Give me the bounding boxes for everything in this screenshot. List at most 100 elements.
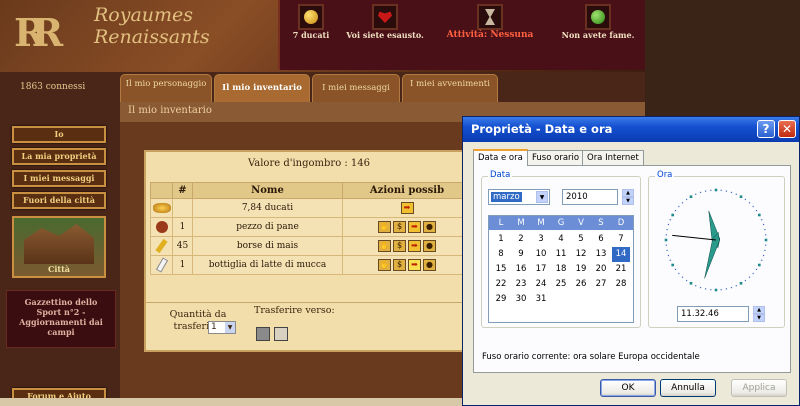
calendar-day[interactable]: 21: [612, 262, 630, 277]
hand-icon[interactable]: ✋: [378, 259, 391, 271]
qty-select[interactable]: 1 ▼: [208, 321, 236, 334]
item-qty: 1: [172, 255, 193, 275]
calendar-day[interactable]: 1: [492, 232, 510, 247]
city-button[interactable]: Città: [12, 216, 106, 278]
close-button[interactable]: ✕: [778, 120, 796, 138]
calendar-day[interactable]: 29: [492, 292, 510, 307]
tab-avvenimenti[interactable]: I miei avvenimenti: [402, 74, 498, 102]
calendar-day[interactable]: 7: [612, 232, 630, 247]
calendar-day[interactable]: 13: [592, 247, 610, 262]
calendar-day[interactable]: 31: [532, 292, 550, 307]
calendar-day[interactable]: 3: [532, 232, 550, 247]
hunger-status[interactable]: Non avete fame.: [550, 0, 645, 70]
calendar-day[interactable]: 11: [552, 247, 570, 262]
calendar-day[interactable]: 30: [512, 292, 530, 307]
minute-tick: [725, 288, 727, 290]
sidebar-item-io[interactable]: Io: [12, 126, 106, 143]
spin-up-icon[interactable]: ▲: [753, 306, 765, 314]
calendar-day[interactable]: 14: [612, 247, 630, 262]
calendar-grid[interactable]: LMMGVSD 1 2 3 4 5 6 7 8 9 10 11 12 13 14 15 16 17 18 19 20 2…: [488, 215, 634, 323]
city-label: Città: [48, 264, 70, 274]
minute-tick: [765, 234, 767, 236]
calendar-day[interactable]: 15: [492, 262, 510, 277]
calendar-day[interactable]: 16: [512, 262, 530, 277]
minute-tick: [674, 268, 677, 270]
tab-ora-internet[interactable]: Ora Internet: [582, 150, 644, 165]
time-stepper[interactable]: ▲ ▼: [753, 306, 765, 322]
calendar-day[interactable]: 24: [532, 277, 550, 292]
minute-tick: [725, 190, 727, 192]
sell-icon[interactable]: $: [393, 240, 406, 252]
sidebar-item-proprieta[interactable]: La mia proprietà: [12, 148, 106, 165]
money-status[interactable]: 7 ducati: [280, 0, 342, 70]
tab-personaggio[interactable]: Il mio personaggio: [120, 74, 212, 102]
month-select[interactable]: marzo ▼: [488, 189, 550, 205]
calendar-day[interactable]: 28: [612, 277, 630, 292]
eat-icon[interactable]: ●: [423, 221, 436, 233]
calendar-day[interactable]: 27: [592, 277, 610, 292]
calendar-day[interactable]: 25: [552, 277, 570, 292]
cancel-button[interactable]: Annulla: [660, 379, 716, 397]
calendar-day[interactable]: 17: [532, 262, 550, 277]
spin-down-icon[interactable]: ▼: [622, 197, 634, 205]
hand-icon[interactable]: ✋: [378, 240, 391, 252]
ok-button[interactable]: OK: [600, 379, 656, 397]
year-field[interactable]: 2010: [562, 189, 618, 205]
weekday-header: M: [537, 218, 545, 228]
calendar-day[interactable]: 12: [572, 247, 590, 262]
calendar-day[interactable]: 5: [572, 232, 590, 247]
health-status[interactable]: Voi siete esausto.: [344, 0, 426, 70]
gazette-link[interactable]: Gazzettino dello Sport n°2 - Aggiornamen…: [6, 290, 116, 348]
hour-tick: [689, 282, 693, 285]
calendar-header: LMMGVSD: [489, 216, 633, 230]
minute-tick: [686, 198, 688, 201]
calendar-day[interactable]: 6: [592, 232, 610, 247]
minute-tick: [686, 279, 688, 282]
calendar-day[interactable]: 22: [492, 277, 510, 292]
apply-button[interactable]: Applica: [731, 379, 787, 397]
activity-status[interactable]: Attività: Nessuna: [430, 0, 550, 70]
calendar-day[interactable]: 26: [572, 277, 590, 292]
tab-inventario[interactable]: Il mio inventario: [214, 74, 310, 102]
calendar-day[interactable]: 2: [512, 232, 530, 247]
calendar-day[interactable]: 23: [512, 277, 530, 292]
transfer-arrow-icon[interactable]: ➡: [400, 202, 414, 214]
calendar-day[interactable]: 9: [512, 247, 530, 262]
spin-down-icon[interactable]: ▼: [753, 314, 765, 322]
eat-icon[interactable]: ●: [423, 240, 436, 252]
tab-fuso-orario[interactable]: Fuso orario: [527, 150, 585, 165]
eat-icon[interactable]: ●: [423, 259, 436, 271]
sidebar-item-fuori[interactable]: Fuori della città: [12, 192, 106, 209]
minute-tick: [730, 287, 733, 289]
house-icon[interactable]: [256, 327, 270, 341]
tab-messaggi[interactable]: I miei messaggi: [312, 74, 400, 102]
calendar-day[interactable]: 4: [552, 232, 570, 247]
calendar-day[interactable]: 19: [572, 262, 590, 277]
calendar-day[interactable]: 8: [492, 247, 510, 262]
calendar-day[interactable]: 10: [532, 247, 550, 262]
minute-tick: [744, 198, 746, 201]
sell-icon[interactable]: $: [393, 221, 406, 233]
qty-value: 1: [211, 322, 217, 332]
time-field[interactable]: 11.32.46: [677, 306, 749, 322]
date-group: Data marzo ▼ 2010 ▲ ▼ LMMGVSD 1234567891…: [481, 170, 641, 328]
dialog-titlebar[interactable]: Proprietà - Data e ora ? ✕: [463, 117, 799, 142]
person-icon[interactable]: [274, 327, 288, 341]
sell-icon[interactable]: $: [393, 259, 406, 271]
tab-data-e-ora[interactable]: Data e ora: [473, 149, 528, 166]
help-button[interactable]: ?: [757, 120, 775, 138]
sidebar-item-messaggi[interactable]: I miei messaggi: [12, 170, 106, 187]
item-name: borse di mais: [192, 236, 343, 256]
year-stepper[interactable]: ▲ ▼: [622, 189, 634, 205]
coins-icon: [152, 202, 171, 213]
logo[interactable]: RR Royaumes Renaissants: [0, 0, 280, 72]
transfer-arrow-icon[interactable]: ➡: [408, 259, 421, 271]
transfer-arrow-icon[interactable]: ➡: [408, 221, 421, 233]
hand-icon[interactable]: ✋: [378, 221, 391, 233]
transfer-arrow-icon[interactable]: ➡: [408, 240, 421, 252]
table-row: 1 pezzo di pane ✋ $ ➡ ●: [150, 217, 472, 237]
spin-up-icon[interactable]: ▲: [622, 189, 634, 197]
calendar-day[interactable]: 18: [552, 262, 570, 277]
minute-tick: [720, 289, 722, 291]
calendar-day[interactable]: 20: [592, 262, 610, 277]
